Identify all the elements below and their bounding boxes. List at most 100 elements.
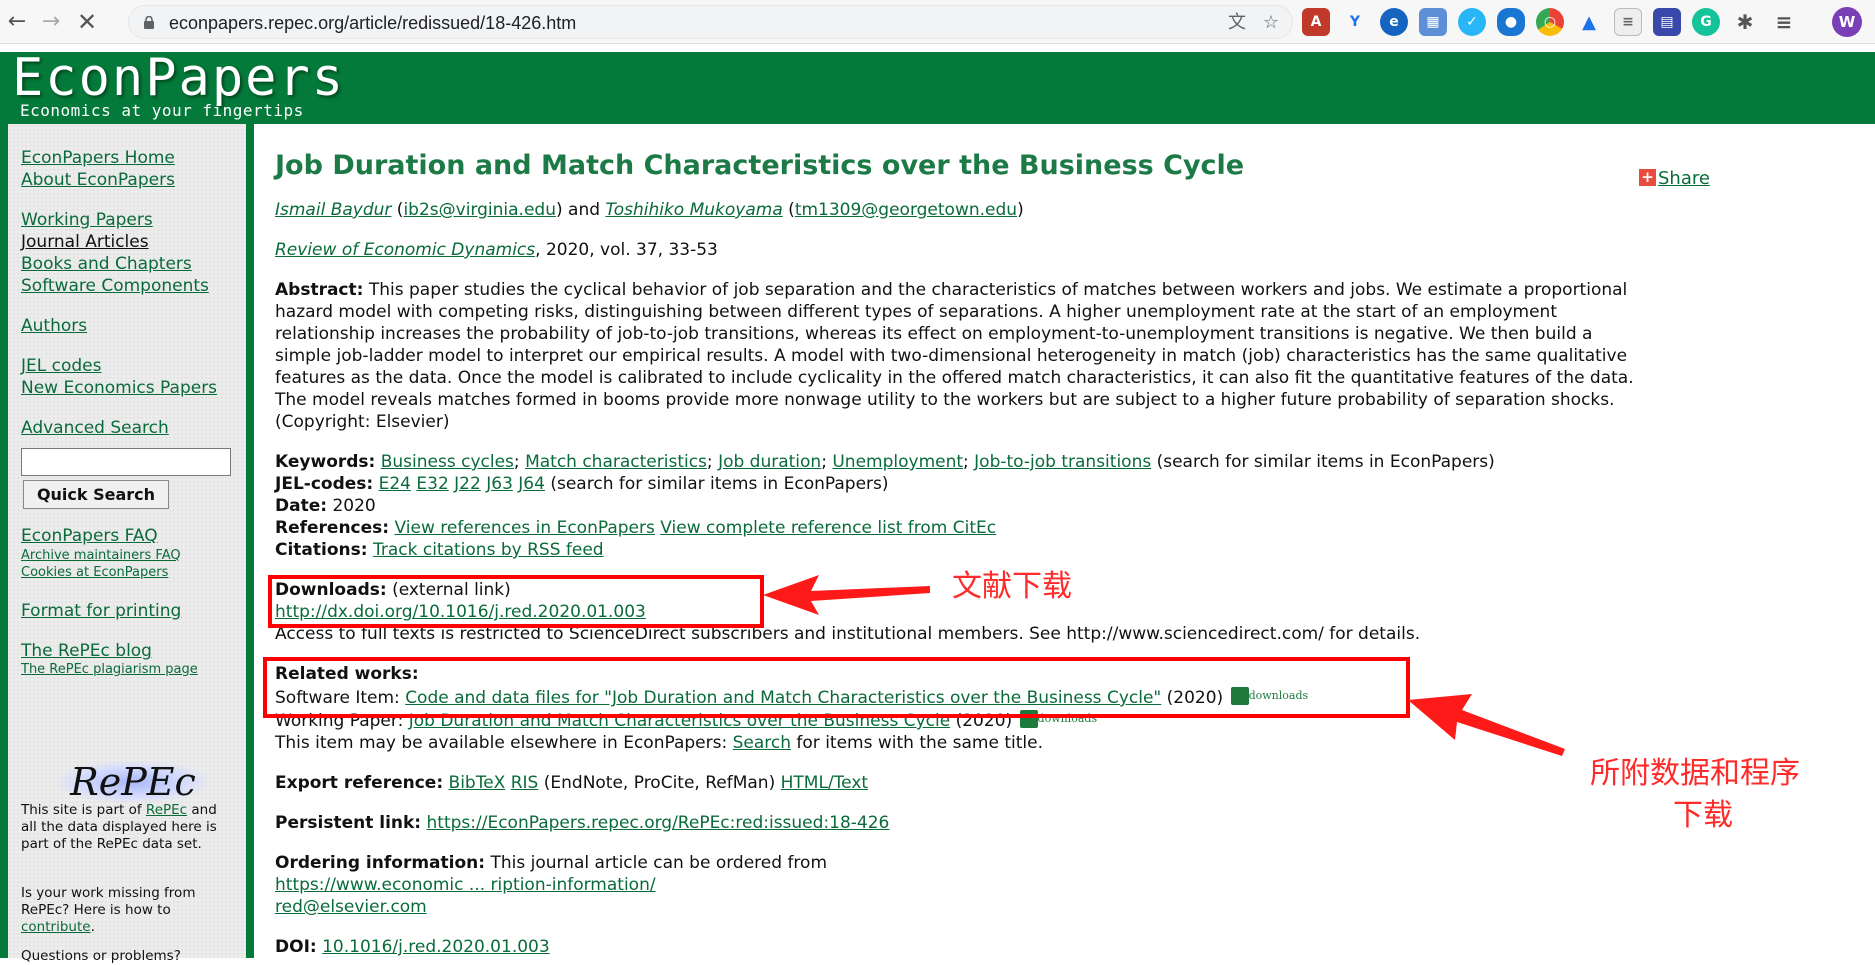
arrow-to-downloads-icon: [763, 575, 930, 615]
keywords-line: Keywords: Business cycles; Match charact…: [275, 452, 1495, 472]
citations-line: Citations: Track citations by RSS feed: [275, 540, 604, 560]
citec-references-link[interactable]: View complete reference list from CitEc: [660, 518, 996, 538]
data-annotation-line1: 所附数据和程序: [1590, 756, 1800, 791]
image-extension-icon[interactable]: ▦: [1419, 8, 1447, 36]
search-same-title-link[interactable]: Search: [733, 733, 791, 753]
back-icon[interactable]: ←: [2, 7, 32, 37]
chrome-extension-icon[interactable]: ○: [1536, 8, 1564, 36]
keyword-link[interactable]: Job duration: [718, 452, 821, 472]
shield-extension-icon[interactable]: ●: [1497, 8, 1525, 36]
sidebar-item-cookies[interactable]: Cookies at EconPapers: [21, 565, 168, 580]
arrow-to-related-works-icon: [1408, 694, 1565, 756]
sidebar-item-jel-codes[interactable]: JEL codes: [21, 356, 101, 376]
sidebar-item-about[interactable]: About EconPapers: [21, 170, 175, 190]
extensions-bar: A Y e ▦ ✓ ● ○ ▲ ≡ ▤ G ✱ ≡: [1302, 8, 1798, 36]
stop-loading-icon[interactable]: ✕: [72, 7, 102, 37]
authors-line: Ismail Baydur (ib2s@virginia.edu) and To…: [275, 200, 1024, 220]
window-extension-icon[interactable]: ▤: [1653, 8, 1681, 36]
keyword-link[interactable]: Business cycles: [381, 452, 514, 472]
grammarly-icon[interactable]: G: [1692, 8, 1720, 36]
sidebar-green-border: [246, 124, 254, 958]
address-bar[interactable]: econpapers.repec.org/article/redissued/1…: [128, 5, 1293, 39]
export-line: Export reference: BibTeX RIS (EndNote, P…: [275, 773, 869, 793]
media-list-icon[interactable]: ≡: [1770, 8, 1798, 36]
jel-code-link[interactable]: J64: [518, 474, 545, 494]
sidebar-item-journal-articles[interactable]: Journal Articles: [21, 232, 149, 252]
sidebar-item-home[interactable]: EconPapers Home: [21, 148, 175, 168]
abstract: Abstract: This paper studies the cyclica…: [275, 280, 1634, 432]
questions-note: Questions or problems?: [21, 948, 181, 964]
jel-code-link[interactable]: E32: [416, 474, 448, 494]
repec-link[interactable]: RePEc: [146, 802, 187, 818]
search-input[interactable]: [21, 448, 231, 476]
repec-logo[interactable]: RePEc: [53, 760, 213, 804]
ordering-link-line: https://www.economic ... ription-informa…: [275, 874, 656, 896]
jel-line: JEL-codes: E24 E32 J22 J63 J64 (search f…: [275, 474, 889, 494]
ris-link[interactable]: RIS: [511, 773, 539, 793]
browser-toolbar: ← → ✕ econpapers.repec.org/article/redis…: [0, 0, 1875, 44]
site-header: EconPapers Economics at your fingertips: [0, 48, 1875, 124]
contribute-note: Is your work missing from RePEc? Here is…: [21, 885, 196, 935]
pen-extension-icon[interactable]: ✓: [1458, 8, 1486, 36]
jel-code-link[interactable]: J22: [454, 474, 481, 494]
sidebar-item-new-papers[interactable]: New Economics Papers: [21, 378, 217, 398]
sidebar: EconPapers Home About EconPapers Working…: [8, 124, 246, 964]
journal-line: Review of Economic Dynamics, 2020, vol. …: [275, 240, 718, 260]
profile-avatar[interactable]: W: [1832, 7, 1862, 37]
quick-search-button[interactable]: Quick Search: [23, 480, 169, 509]
author-email-link[interactable]: tm1309@georgetown.edu: [795, 200, 1017, 220]
sidebar-item-authors[interactable]: Authors: [21, 316, 87, 336]
date-line: Date: 2020: [275, 496, 376, 516]
keyword-link[interactable]: Match characteristics: [525, 452, 707, 472]
keyword-link[interactable]: Unemployment: [832, 452, 963, 472]
sidebar-item-archive-faq[interactable]: Archive maintainers FAQ: [21, 548, 181, 563]
doi-link[interactable]: 10.1016/j.red.2020.01.003: [322, 937, 550, 957]
share-plus-icon[interactable]: +: [1639, 169, 1656, 186]
keyword-link[interactable]: Job-to-job transitions: [974, 452, 1151, 472]
sidebar-item-plagiarism[interactable]: The RePEc plagiarism page: [21, 662, 198, 677]
author-email-link[interactable]: ib2s@virginia.edu: [403, 200, 556, 220]
journal-link[interactable]: Review of Economic Dynamics: [275, 240, 535, 260]
share-link[interactable]: Share: [1658, 168, 1710, 189]
lock-icon: [144, 16, 154, 29]
sidebar-item-advanced-search[interactable]: Advanced Search: [21, 418, 169, 438]
site-tagline: Economics at your fingertips: [20, 101, 304, 120]
sidebar-item-format-printing[interactable]: Format for printing: [21, 601, 181, 621]
bibtex-link[interactable]: BibTeX: [449, 773, 506, 793]
sidebar-item-books[interactable]: Books and Chapters: [21, 254, 192, 274]
sidebar-item-repec-blog[interactable]: The RePEc blog: [21, 641, 152, 661]
author-link[interactable]: Ismail Baydur: [275, 200, 391, 220]
ordering-email-link[interactable]: red@elsevier.com: [275, 897, 427, 917]
document-extension-icon[interactable]: ≡: [1614, 8, 1642, 36]
data-annotation-panel: 所附数据和程序 下载: [1580, 712, 1856, 872]
sidebar-item-software[interactable]: Software Components: [21, 276, 209, 296]
sidebar-item-working-papers[interactable]: Working Papers: [21, 210, 153, 230]
references-link[interactable]: View references in EconPapers: [395, 518, 655, 538]
persistent-link[interactable]: https://EconPapers.repec.org/RePEc:red:i…: [427, 813, 890, 833]
citations-rss-link[interactable]: Track citations by RSS feed: [373, 540, 604, 560]
elsewhere-line: This item may be available elsewhere in …: [275, 733, 1043, 753]
contribute-link[interactable]: contribute: [21, 919, 91, 935]
site-title[interactable]: EconPapers: [12, 48, 345, 108]
forward-icon[interactable]: →: [36, 7, 66, 37]
jel-code-link[interactable]: E24: [379, 474, 411, 494]
related-works-highlight-box: [263, 657, 1410, 718]
ordering-link[interactable]: https://www.economic ... ription-informa…: [275, 875, 656, 895]
references-line: References: View references in EconPaper…: [275, 518, 997, 538]
jel-code-link[interactable]: J63: [486, 474, 513, 494]
edge-extension-icon[interactable]: e: [1380, 8, 1408, 36]
graduation-cap-icon[interactable]: ▲: [1575, 8, 1603, 36]
v-extension-icon[interactable]: Y: [1341, 8, 1369, 36]
bookmark-star-icon[interactable]: ☆: [1261, 13, 1281, 33]
translate-icon[interactable]: 文: [1227, 13, 1247, 33]
abstract-text: This paper studies the cyclical behavior…: [275, 280, 1634, 432]
downloads-highlight-box: [268, 575, 764, 628]
puzzle-icon[interactable]: ✱: [1731, 8, 1759, 36]
pdf-extension-icon[interactable]: A: [1302, 8, 1330, 36]
repec-note: This site is part of RePEc and all the d…: [21, 802, 217, 852]
ordering-email-line: red@elsevier.com: [275, 896, 427, 918]
html-text-link[interactable]: HTML/Text: [781, 773, 868, 793]
url-text[interactable]: econpapers.repec.org/article/redissued/1…: [169, 13, 576, 34]
author-link[interactable]: Toshihiko Mukoyama: [605, 200, 782, 220]
sidebar-item-faq[interactable]: EconPapers FAQ: [21, 526, 158, 546]
